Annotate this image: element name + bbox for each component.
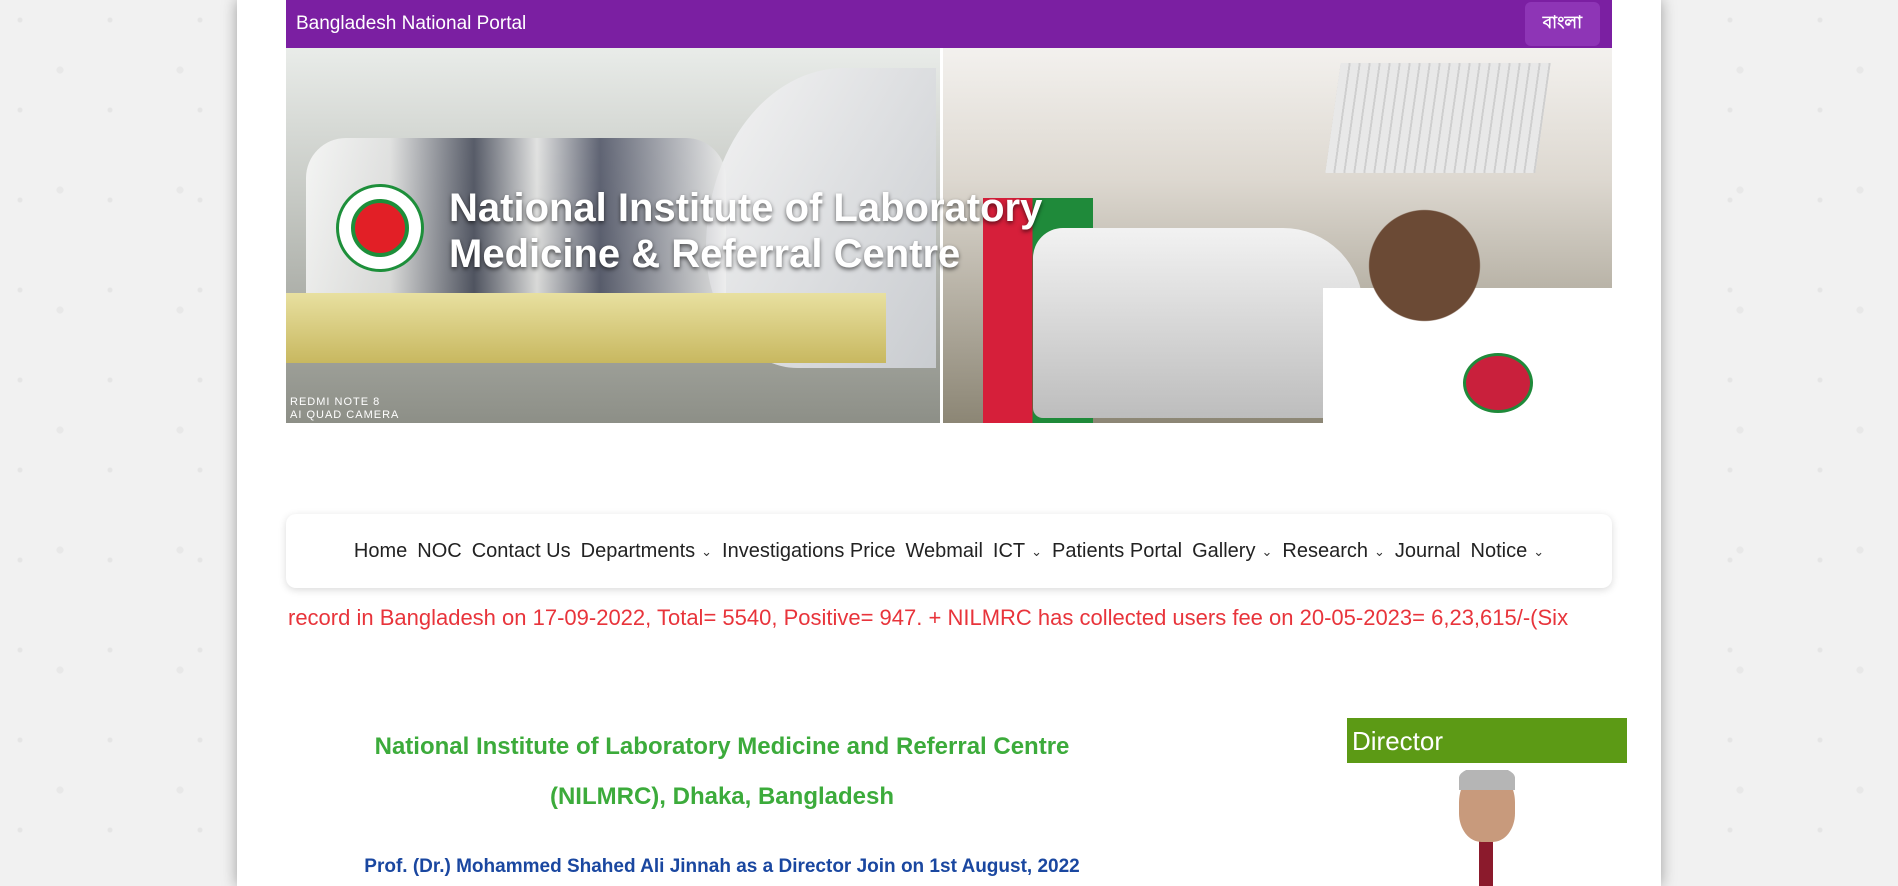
site-title-line2: Medicine & Referral Centre bbox=[449, 232, 961, 276]
nav-departments[interactable]: Departments ⌄ bbox=[581, 540, 712, 563]
institute-heading-line1: National Institute of Laboratory Medicin… bbox=[374, 733, 1070, 760]
chevron-down-icon: ⌄ bbox=[1373, 544, 1385, 559]
chevron-down-icon: ⌄ bbox=[701, 544, 713, 559]
nav-patients-portal[interactable]: Patients Portal bbox=[1052, 540, 1182, 563]
director-announcement: Prof. (Dr.) Mohammed Shahed Ali Jinnah a… bbox=[364, 856, 1080, 877]
news-ticker[interactable]: w record in Bangladesh on 17-09-2022, To… bbox=[286, 603, 1612, 633]
nav-noc[interactable]: NOC bbox=[417, 540, 461, 563]
nav-journal[interactable]: Journal bbox=[1395, 540, 1461, 563]
language-toggle-button[interactable]: বাংলা bbox=[1524, 2, 1600, 46]
director-photo-hair bbox=[1459, 770, 1515, 790]
nav-notice[interactable]: Notice ⌄ bbox=[1471, 540, 1545, 563]
site-title-line1: National Institute of Laboratory bbox=[449, 186, 1043, 230]
nav-investigations-price[interactable]: Investigations Price bbox=[722, 540, 895, 563]
government-seal-logo[interactable] bbox=[336, 184, 424, 272]
director-photo-body bbox=[1437, 840, 1537, 886]
air-conditioner-image bbox=[1325, 63, 1551, 173]
nav-webmail[interactable]: Webmail bbox=[905, 540, 982, 563]
seal-map-icon bbox=[351, 199, 409, 257]
institute-heading-line2: (NILMRC), Dhaka, Bangladesh bbox=[549, 783, 895, 810]
nav-home[interactable]: Home bbox=[354, 540, 407, 563]
main-navigation: Home NOC Contact Us Departments ⌄ Investi… bbox=[286, 514, 1612, 588]
chevron-down-icon: ⌄ bbox=[1533, 544, 1545, 559]
institute-heading: National Institute of Laboratory Medicin… bbox=[337, 722, 1107, 822]
director-section-heading: Director bbox=[1347, 718, 1627, 763]
banner-photo-microscope bbox=[943, 48, 1612, 423]
chevron-down-icon: ⌄ bbox=[1031, 544, 1043, 559]
site-title: National Institute of Laboratory Medicin… bbox=[449, 185, 1042, 277]
microscope-image bbox=[1033, 228, 1363, 418]
nav-gallery[interactable]: Gallery ⌄ bbox=[1192, 540, 1272, 563]
nav-ict[interactable]: ICT ⌄ bbox=[993, 540, 1042, 563]
coat-badge-image bbox=[1463, 353, 1533, 413]
national-portal-link[interactable]: Bangladesh National Portal bbox=[296, 13, 526, 35]
page-container: Bangladesh National Portal বাংলা REDMI N… bbox=[237, 0, 1661, 886]
director-photo[interactable] bbox=[1437, 770, 1547, 886]
top-bar: Bangladesh National Portal বাংলা bbox=[286, 0, 1612, 48]
camera-watermark: REDMI NOTE 8 AI QUAD CAMERA bbox=[290, 396, 400, 421]
chevron-down-icon: ⌄ bbox=[1261, 544, 1273, 559]
header-banner: REDMI NOTE 8 AI QUAD CAMERA National Ins… bbox=[286, 48, 1612, 423]
nav-research[interactable]: Research ⌄ bbox=[1282, 540, 1385, 563]
nav-contact-us[interactable]: Contact Us bbox=[472, 540, 571, 563]
news-ticker-text: w record in Bangladesh on 17-09-2022, To… bbox=[286, 605, 1569, 630]
scanner-bed-image bbox=[286, 293, 886, 363]
